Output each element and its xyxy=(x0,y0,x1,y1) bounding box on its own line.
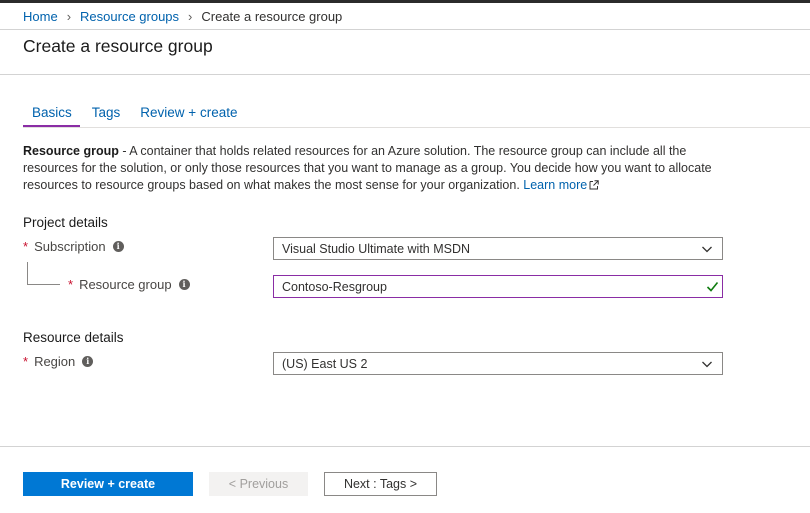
description-term: Resource group xyxy=(23,144,119,158)
region-value: (US) East US 2 xyxy=(282,356,368,371)
tab-review-create[interactable]: Review + create xyxy=(132,105,245,127)
required-marker: * xyxy=(23,239,29,254)
external-link-icon xyxy=(589,180,599,190)
project-details-heading: Project details xyxy=(23,215,108,230)
description-text: - A container that holds related resourc… xyxy=(23,144,712,192)
breadcrumb-separator-icon: › xyxy=(188,9,193,24)
breadcrumb-resource-groups[interactable]: Resource groups xyxy=(80,9,179,24)
info-icon[interactable]: i xyxy=(82,356,94,367)
tab-bar: Basics Tags Review + create xyxy=(23,105,249,127)
subscription-label: * Subscription i xyxy=(23,239,124,254)
resource-group-input[interactable]: Contoso-Resgroup xyxy=(273,275,723,298)
next-tags-button[interactable]: Next : Tags > xyxy=(324,472,437,496)
learn-more-link[interactable]: Learn more xyxy=(523,178,587,192)
resource-group-label: * Resource group i xyxy=(68,277,190,292)
tree-connector-horizontal xyxy=(27,284,60,285)
chevron-down-icon xyxy=(702,246,712,253)
resource-group-label-text: Resource group xyxy=(79,277,172,292)
region-label: * Region i xyxy=(23,354,94,369)
previous-button[interactable]: < Previous xyxy=(209,472,308,496)
info-icon[interactable]: i xyxy=(178,279,190,290)
subscription-select[interactable]: Visual Studio Ultimate with MSDN xyxy=(273,237,723,260)
page-title: Create a resource group xyxy=(23,36,213,56)
region-label-text: Region xyxy=(34,354,76,369)
breadcrumb-separator-icon: › xyxy=(66,9,72,24)
header-divider xyxy=(0,74,810,75)
tab-bar-divider xyxy=(23,127,810,128)
resource-group-description: Resource group - A container that holds … xyxy=(23,143,723,194)
tree-connector-vertical xyxy=(27,262,28,284)
review-create-button[interactable]: Review + create xyxy=(23,472,193,496)
subscription-value: Visual Studio Ultimate with MSDN xyxy=(282,241,471,256)
resource-group-value: Contoso-Resgroup xyxy=(282,279,387,294)
resource-details-heading: Resource details xyxy=(23,330,124,345)
tab-tags[interactable]: Tags xyxy=(84,105,129,127)
region-select[interactable]: (US) East US 2 xyxy=(273,352,723,375)
top-strip xyxy=(0,0,810,3)
tab-basics[interactable]: Basics xyxy=(23,105,80,127)
footer-divider xyxy=(0,446,810,447)
checkmark-icon xyxy=(706,281,719,292)
info-icon[interactable]: i xyxy=(112,241,124,252)
required-marker: * xyxy=(23,354,29,369)
breadcrumb-home[interactable]: Home xyxy=(23,9,58,24)
required-marker: * xyxy=(68,277,74,292)
subscription-label-text: Subscription xyxy=(34,239,106,254)
chevron-down-icon xyxy=(702,361,712,368)
breadcrumb-divider xyxy=(0,29,810,30)
breadcrumb-current: Create a resource group xyxy=(201,9,343,24)
breadcrumb: Home › Resource groups › Create a resour… xyxy=(23,9,342,24)
